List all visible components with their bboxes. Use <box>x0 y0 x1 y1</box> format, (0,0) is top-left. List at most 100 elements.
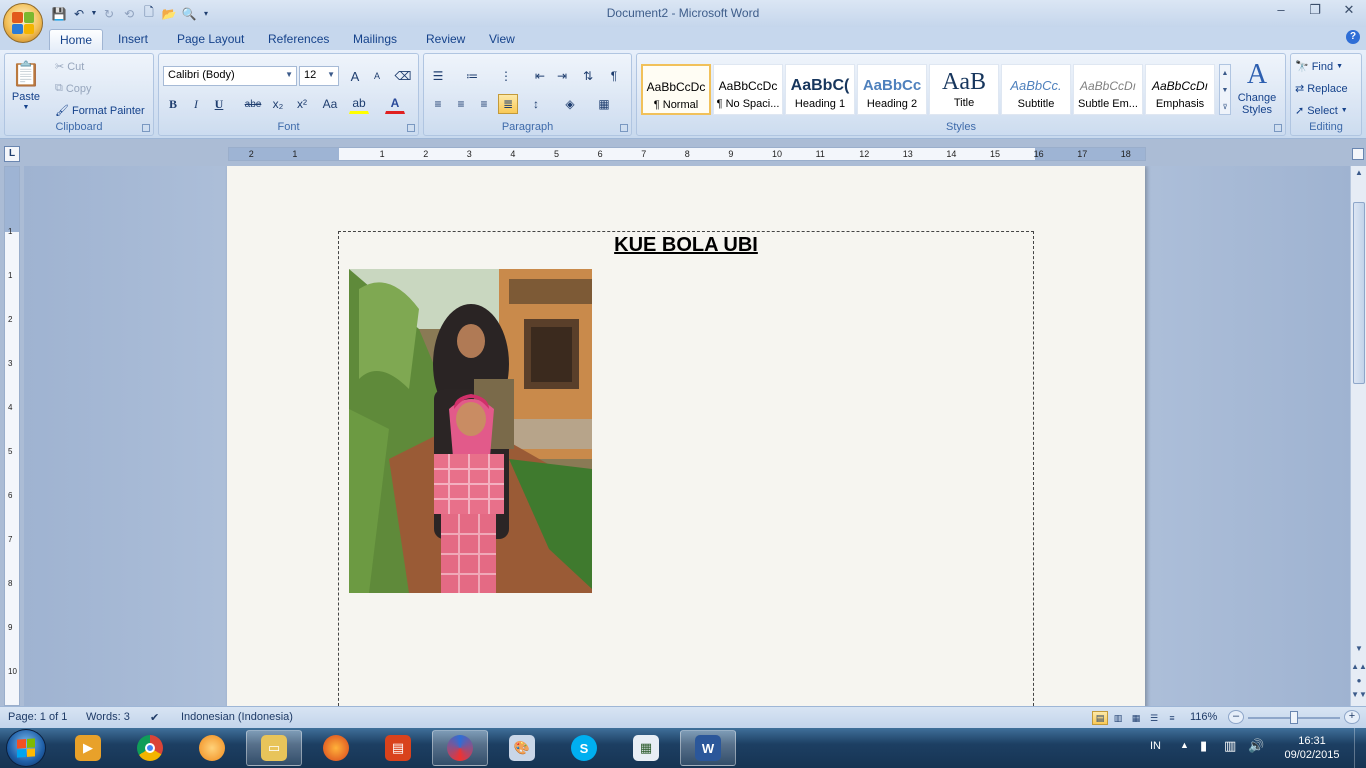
tab-insert[interactable]: Insert <box>108 29 158 50</box>
scroll-down-icon[interactable]: ▼ <box>1351 644 1366 653</box>
proofing-icon[interactable]: ✔ <box>150 711 159 724</box>
volume-icon[interactable]: 🔊 <box>1248 738 1264 768</box>
shading-button[interactable]: ◈ <box>560 94 580 114</box>
taskbar-media-player[interactable]: ▶ <box>60 730 116 766</box>
borders-button[interactable]: ▦ <box>594 94 614 114</box>
bullets-button[interactable]: ☰ <box>428 66 448 86</box>
maximize-button[interactable]: ❐ <box>1298 0 1332 22</box>
taskbar-chrome[interactable] <box>122 730 178 766</box>
taskbar-word[interactable]: W <box>680 730 736 766</box>
taskbar-book-app[interactable]: ▤ <box>370 730 426 766</box>
select-button[interactable]: ➚ Select ▼ <box>1295 104 1348 118</box>
clipboard-dialog-launcher[interactable] <box>142 124 150 132</box>
taskbar-explorer[interactable]: ▭ <box>246 730 302 766</box>
underline-button[interactable]: U <box>209 94 229 114</box>
browse-object-icon[interactable]: ● <box>1351 676 1366 685</box>
decrease-indent-button[interactable]: ⇤ <box>530 66 550 86</box>
chevron-up-icon[interactable]: ▲ <box>1220 65 1230 82</box>
align-left-button[interactable]: ≡ <box>428 94 448 114</box>
scroll-up-icon[interactable]: ▲ <box>1351 168 1366 177</box>
style-subtle-emphasis[interactable]: AaBbCcDı Subtle Em... <box>1073 64 1143 115</box>
horizontal-ruler[interactable]: 2 1 1 2 3 4 5 6 7 8 9 10 11 12 13 14 15 16 17 18 <box>228 147 1146 161</box>
next-page-icon[interactable]: ▼▼ <box>1351 690 1366 699</box>
replace-button[interactable]: ⇄ Replace <box>1295 82 1348 96</box>
network-icon[interactable]: ▥ <box>1224 738 1236 768</box>
web-layout-icon[interactable]: ▦ <box>1128 711 1144 725</box>
show-formatting-button[interactable]: ¶ <box>604 66 624 86</box>
numbering-button[interactable]: ≔ <box>462 66 482 86</box>
draft-view-icon[interactable]: ≡ <box>1164 711 1180 725</box>
strikethrough-button[interactable]: abe <box>243 94 263 114</box>
copy-button[interactable]: ⧉ Copy <box>55 82 92 95</box>
show-desktop-button[interactable] <box>1354 728 1366 768</box>
document-page[interactable]: KUE BOLA UBI <box>227 166 1145 706</box>
paste-button[interactable]: 📋 Paste ▼ <box>11 58 41 112</box>
font-size-combo[interactable]: 12 ▼ <box>299 66 339 86</box>
align-center-button[interactable]: ≡ <box>451 94 471 114</box>
zoom-level[interactable]: 116% <box>1190 711 1217 723</box>
superscript-button[interactable]: x² <box>292 94 312 114</box>
help-icon[interactable]: ? <box>1346 30 1360 44</box>
inserted-photo[interactable] <box>349 269 592 593</box>
taskbar-firefox[interactable] <box>308 730 364 766</box>
change-case-button[interactable]: Aa <box>317 94 343 114</box>
zoom-in-icon[interactable]: + <box>1344 710 1360 724</box>
paragraph-dialog-launcher[interactable] <box>620 124 628 132</box>
tab-selector[interactable]: L <box>4 146 20 162</box>
print-layout-icon[interactable]: ▤ <box>1092 711 1108 725</box>
scrollbar-thumb[interactable] <box>1353 202 1365 384</box>
subscript-button[interactable]: x₂ <box>268 94 288 114</box>
font-dialog-launcher[interactable] <box>407 124 415 132</box>
style-heading-1[interactable]: AaBbC( Heading 1 <box>785 64 855 115</box>
full-screen-reading-icon[interactable]: ▥ <box>1110 711 1126 725</box>
start-button[interactable] <box>6 729 46 767</box>
zoom-slider-thumb[interactable] <box>1290 711 1298 724</box>
minimize-button[interactable]: – <box>1264 0 1298 22</box>
chevron-down-icon[interactable]: ▼ <box>1220 82 1230 99</box>
previous-page-icon[interactable]: ▲▲ <box>1351 662 1366 671</box>
tab-page-layout[interactable]: Page Layout <box>167 29 254 50</box>
grow-font-button[interactable]: A <box>345 66 365 86</box>
clear-formatting-button[interactable]: ⌫ <box>393 66 413 86</box>
style-title[interactable]: AaB Title <box>929 64 999 115</box>
format-painter-button[interactable]: 🖌 Format Painter <box>55 104 145 118</box>
language-indicator[interactable]: Indonesian (Indonesia) <box>181 711 293 723</box>
sort-button[interactable]: ⇅ <box>578 66 598 86</box>
tab-home[interactable]: Home <box>49 29 104 50</box>
find-button[interactable]: 🔭 Find ▼ <box>1295 60 1343 74</box>
tab-references[interactable]: References <box>258 29 339 50</box>
battery-icon[interactable]: ▮ <box>1200 738 1207 768</box>
word-count[interactable]: Words: 3 <box>86 711 130 723</box>
style-emphasis[interactable]: AaBbCcDı Emphasis <box>1145 64 1215 115</box>
cut-button[interactable]: ✂ Cut <box>55 60 84 74</box>
outline-view-icon[interactable]: ☰ <box>1146 711 1162 725</box>
increase-indent-button[interactable]: ⇥ <box>552 66 572 86</box>
show-hidden-icons[interactable]: ▲ <box>1180 740 1189 768</box>
tab-review[interactable]: Review <box>416 29 475 50</box>
highlight-button[interactable]: ab <box>349 94 369 114</box>
close-button[interactable]: ✕ <box>1332 0 1366 22</box>
vertical-ruler[interactable]: 1 1 2 3 4 5 6 7 8 9 10 <box>4 166 20 706</box>
multilevel-list-button[interactable]: ⋮ <box>496 66 516 86</box>
taskbar-app-orange[interactable] <box>184 730 240 766</box>
italic-button[interactable]: I <box>186 94 206 114</box>
tab-mailings[interactable]: Mailings <box>343 29 407 50</box>
taskbar-swirl-app[interactable] <box>432 730 488 766</box>
tab-view[interactable]: View <box>479 29 525 50</box>
style-heading-2[interactable]: AaBbCc Heading 2 <box>857 64 927 115</box>
vertical-scrollbar[interactable]: ▲ ▼ ▲▲ ● ▼▼ <box>1350 166 1366 706</box>
clock[interactable]: 16:31 09/02/2015 <box>1282 734 1342 768</box>
text-box[interactable]: KUE BOLA UBI <box>338 231 1034 706</box>
change-styles-button[interactable]: A Change Styles <box>1235 58 1279 116</box>
zoom-out-icon[interactable]: – <box>1228 710 1244 724</box>
style-subtitle[interactable]: AaBbCc. Subtitle <box>1001 64 1071 115</box>
style-no-spacing[interactable]: AaBbCcDc ¶ No Spaci... <box>713 64 783 115</box>
font-name-combo[interactable]: Calibri (Body) ▼ <box>163 66 297 86</box>
style-normal[interactable]: AaBbCcDc ¶ Normal <box>641 64 711 115</box>
align-right-button[interactable]: ≡ <box>474 94 494 114</box>
page-count[interactable]: Page: 1 of 1 <box>8 711 67 723</box>
bold-button[interactable]: B <box>163 94 183 114</box>
font-color-button[interactable]: A <box>385 94 405 114</box>
styles-scroller[interactable]: ▲ ▼ ⊽ <box>1219 64 1231 115</box>
styles-dialog-launcher[interactable] <box>1274 124 1282 132</box>
